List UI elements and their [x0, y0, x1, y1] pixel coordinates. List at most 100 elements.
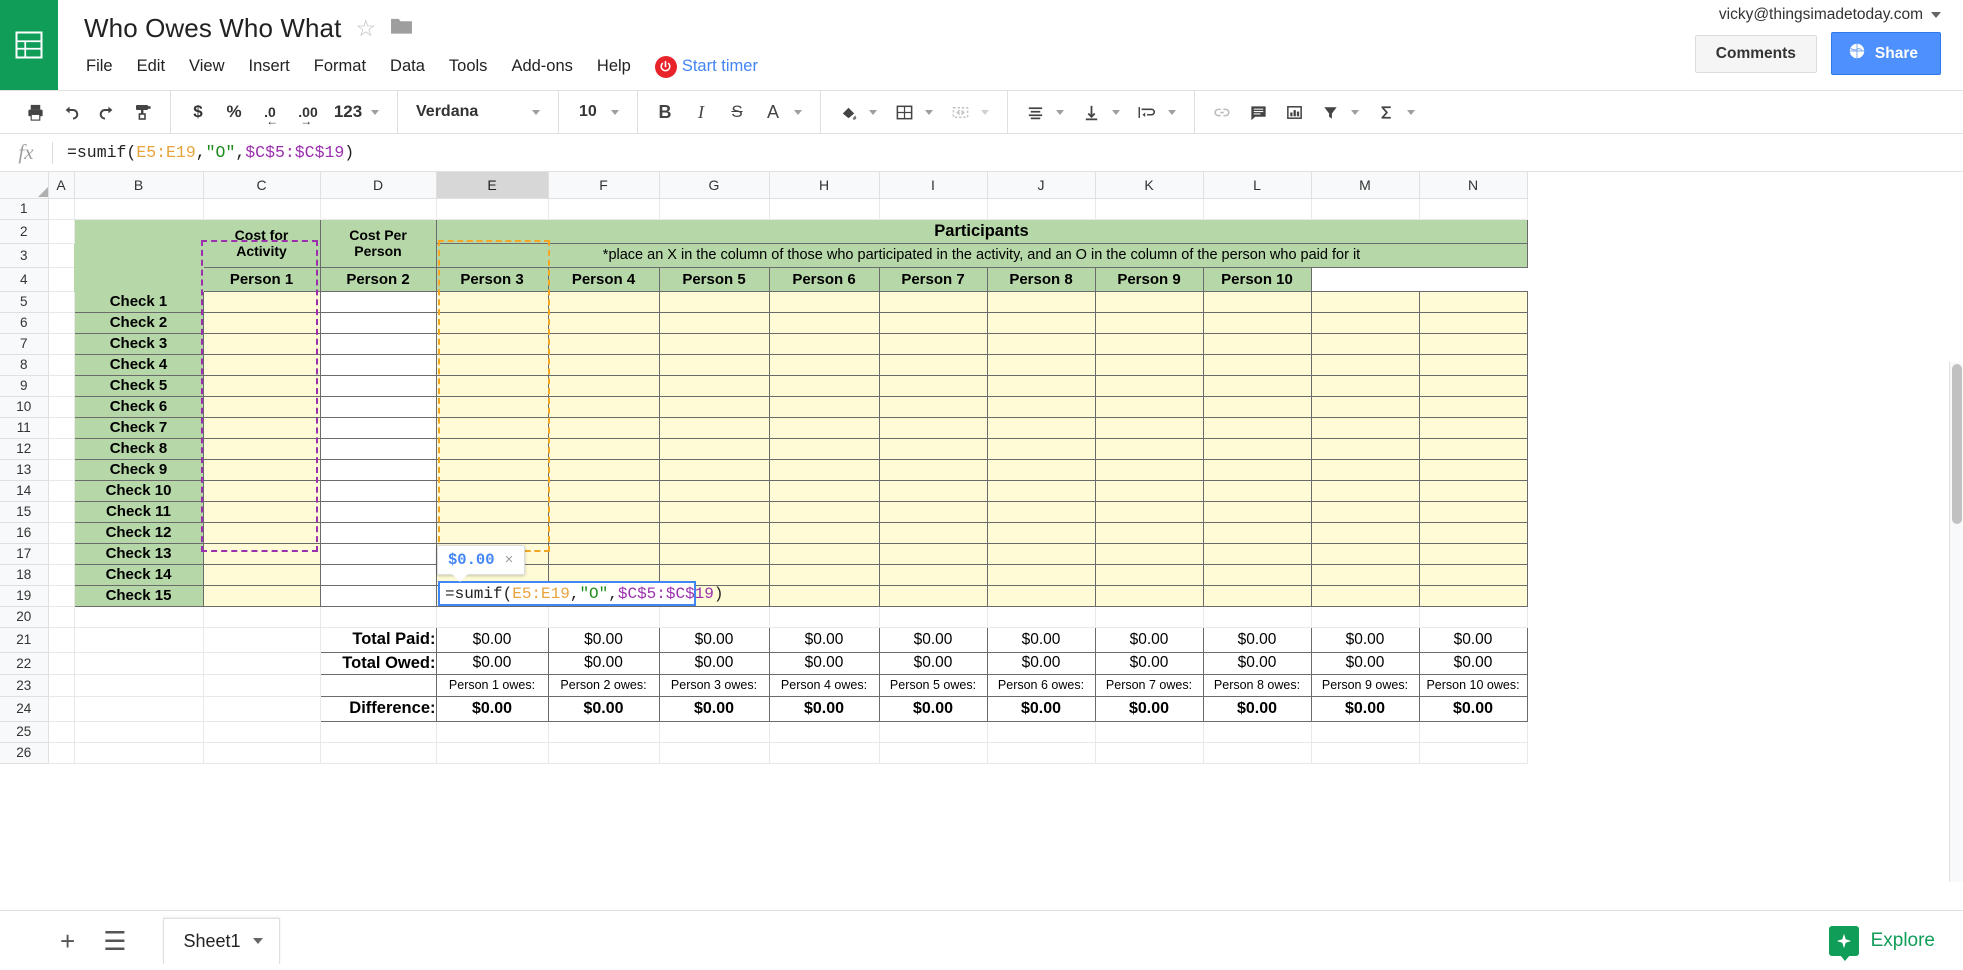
cost-for-activity-input-4[interactable] [202, 353, 321, 376]
participant-cell-r5-p9[interactable] [1310, 374, 1420, 397]
difference-value-4[interactable]: $0.00 [768, 695, 880, 722]
cost-for-activity-input-10[interactable] [202, 479, 321, 502]
participant-cell-r7-p10[interactable] [1418, 416, 1528, 439]
cost-per-person-value-2[interactable] [319, 311, 437, 334]
total-paid-value-1[interactable]: $0.00 [435, 626, 549, 653]
participant-cell-r7-p7[interactable] [1094, 416, 1204, 439]
participant-cell-r3-p8[interactable] [1202, 332, 1312, 355]
participant-cell-r14-p9[interactable] [1310, 563, 1420, 586]
difference-value-2[interactable]: $0.00 [547, 695, 660, 722]
column-header-n[interactable]: N [1419, 172, 1528, 199]
participant-cell-r10-p3[interactable] [658, 479, 770, 502]
owes-note-6[interactable]: Person 6 owes: [986, 673, 1096, 697]
grid-cell[interactable] [48, 522, 75, 544]
participant-cell-r5-p10[interactable] [1418, 374, 1528, 397]
participant-cell-r13-p3[interactable] [658, 542, 770, 565]
formula-input[interactable]: =sumif(E5:E19,"O",$C$5:$C$19) [53, 143, 1963, 162]
check-label-8[interactable]: Check 8 [73, 437, 204, 460]
person-header-7[interactable]: Person 7 [878, 266, 988, 292]
participant-cell-r3-p6[interactable] [986, 332, 1096, 355]
participant-cell-r12-p1[interactable] [435, 521, 549, 544]
row-header-18[interactable]: 18 [0, 564, 49, 586]
menu-help[interactable]: Help [585, 54, 643, 79]
participant-cell-r11-p3[interactable] [658, 500, 770, 523]
total-owed-value-7[interactable]: $0.00 [1094, 651, 1204, 675]
participant-cell-r8-p8[interactable] [1202, 437, 1312, 460]
row-header-13[interactable]: 13 [0, 459, 49, 481]
participant-cell-r1-p9[interactable] [1310, 290, 1420, 313]
person-header-1[interactable]: Person 1 [202, 266, 321, 292]
column-header-b[interactable]: B [74, 172, 204, 199]
currency-format-button[interactable]: $ [181, 97, 215, 127]
participant-cell-r12-p2[interactable] [547, 521, 660, 544]
cost-for-activity-input-2[interactable] [202, 311, 321, 334]
participant-cell-r13-p6[interactable] [986, 542, 1096, 565]
participant-cell-r15-p7[interactable] [1094, 584, 1204, 607]
grid-cell[interactable] [48, 354, 75, 376]
participant-cell-r2-p5[interactable] [878, 311, 988, 334]
cost-per-person-value-6[interactable] [319, 395, 437, 418]
column-header-f[interactable]: F [548, 172, 660, 199]
grid-cell[interactable] [548, 742, 660, 764]
participant-cell-r6-p10[interactable] [1418, 395, 1528, 418]
cost-for-activity-input-9[interactable] [202, 458, 321, 481]
grid-cell[interactable] [203, 652, 321, 675]
grid-cell[interactable] [987, 742, 1096, 764]
paint-format-icon[interactable] [126, 97, 160, 127]
total-owed-value-9[interactable]: $0.00 [1310, 651, 1420, 675]
cost-per-person-value-11[interactable] [319, 500, 437, 523]
grid-cell[interactable] [436, 721, 549, 743]
participant-cell-r5-p1[interactable] [435, 374, 549, 397]
grid-cell[interactable] [548, 198, 660, 220]
participant-cell-r1-p8[interactable] [1202, 290, 1312, 313]
participant-cell-r3-p9[interactable] [1310, 332, 1420, 355]
grid-cell[interactable] [1203, 198, 1312, 220]
cost-for-activity-input-5[interactable] [202, 374, 321, 397]
participant-cell-r9-p4[interactable] [768, 458, 880, 481]
grid-cell[interactable] [1203, 606, 1312, 628]
grid-cell[interactable] [48, 742, 75, 764]
grid-cell[interactable] [48, 396, 75, 418]
header-cost-per-person[interactable]: Cost Per Person [319, 218, 437, 268]
column-header-j[interactable]: J [987, 172, 1096, 199]
participant-cell-r6-p9[interactable] [1310, 395, 1420, 418]
grid-cell[interactable] [987, 606, 1096, 628]
cost-per-person-value-12[interactable] [319, 521, 437, 544]
grid-cell[interactable] [48, 291, 75, 313]
chevron-down-icon[interactable] [252, 938, 263, 944]
cost-per-person-value-14[interactable] [319, 563, 437, 586]
participant-cell-r12-p9[interactable] [1310, 521, 1420, 544]
total-owed-value-3[interactable]: $0.00 [658, 651, 770, 675]
participant-cell-r2-p7[interactable] [1094, 311, 1204, 334]
participant-cell-r1-p4[interactable] [768, 290, 880, 313]
participant-cell-r8-p6[interactable] [986, 437, 1096, 460]
cost-for-activity-input-7[interactable] [202, 416, 321, 439]
check-label-4[interactable]: Check 4 [73, 353, 204, 376]
font-family-chevron-icon[interactable] [532, 109, 540, 115]
participant-cell-r2-p8[interactable] [1202, 311, 1312, 334]
account-menu[interactable]: vicky@thingsimadetoday.com [1719, 6, 1941, 24]
grid-cell[interactable] [1419, 721, 1528, 743]
total-owed-value-2[interactable]: $0.00 [547, 651, 660, 675]
cost-per-person-value-9[interactable] [319, 458, 437, 481]
participant-cell-r7-p3[interactable] [658, 416, 770, 439]
participant-cell-r11-p7[interactable] [1094, 500, 1204, 523]
participant-cell-r4-p4[interactable] [768, 353, 880, 376]
participant-cell-r2-p6[interactable] [986, 311, 1096, 334]
grid-cell[interactable] [48, 198, 75, 220]
check-label-15[interactable]: Check 15 [73, 584, 204, 607]
participant-cell-r3-p4[interactable] [768, 332, 880, 355]
share-button[interactable]: Share [1830, 32, 1941, 75]
row-header-8[interactable]: 8 [0, 354, 49, 376]
grid-cell[interactable] [74, 696, 204, 722]
cost-for-activity-input-15[interactable] [202, 584, 321, 607]
grid-cell[interactable] [48, 606, 75, 628]
participant-cell-r2-p10[interactable] [1418, 311, 1528, 334]
filter-chevron-icon[interactable] [1351, 109, 1359, 115]
grid-cell[interactable] [769, 198, 880, 220]
person-header-2[interactable]: Person 2 [319, 266, 437, 292]
font-size-chevron-icon[interactable] [611, 109, 619, 115]
cost-per-person-value-7[interactable] [319, 416, 437, 439]
participant-cell-r10-p5[interactable] [878, 479, 988, 502]
participant-cell-r14-p5[interactable] [878, 563, 988, 586]
